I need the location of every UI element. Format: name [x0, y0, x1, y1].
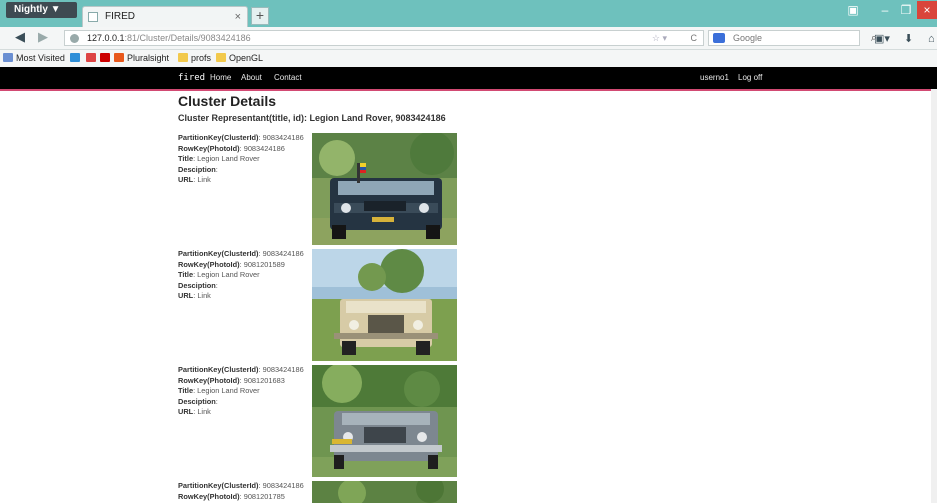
page-scrollbar[interactable]	[931, 89, 937, 503]
cluster-representant: Cluster Representant(title, id): Legion …	[178, 113, 446, 123]
bookmark-folder-icon	[3, 53, 13, 62]
bookmark-youtube[interactable]	[100, 50, 113, 67]
bookmark-label: profs	[191, 53, 212, 63]
folder-icon	[216, 53, 226, 62]
row-value: 9081201785	[243, 491, 285, 501]
username-link[interactable]: userno1	[700, 67, 729, 89]
bookmark-windows[interactable]	[70, 50, 83, 67]
row-label: RowKey(PhotoId)	[178, 491, 240, 501]
partition-label: PartitionKey(ClusterId)	[178, 249, 259, 258]
nav-about[interactable]: About	[241, 67, 262, 89]
list-item: PartitionKey(ClusterId): 9083424186 RowK…	[178, 133, 304, 184]
windows-icon	[70, 53, 80, 62]
nav-contact[interactable]: Contact	[274, 67, 302, 89]
back-arrow-icon[interactable]: ◀	[15, 28, 25, 46]
partition-value: 9083424186	[262, 249, 304, 258]
row-label: RowKey(PhotoId)	[178, 259, 240, 269]
url-host: 127.0.0.1	[87, 33, 125, 43]
bookmark-most-visited[interactable]: Most Visited	[3, 50, 65, 67]
url-label: URL	[178, 407, 194, 416]
site-identity-icon[interactable]	[70, 34, 79, 43]
site-navbar: fired Home About Contact userno1 Log off	[0, 67, 937, 91]
search-engine-icon[interactable]	[713, 33, 725, 43]
title-value: Legion Land Rover	[197, 154, 260, 163]
new-tab-button[interactable]: +	[251, 7, 269, 25]
maximize-icon[interactable]: ❐	[896, 1, 916, 19]
cluster-photo	[312, 249, 457, 361]
folder-icon	[178, 53, 188, 62]
logoff-link[interactable]: Log off	[738, 67, 762, 89]
description-label: Desciption	[178, 396, 216, 406]
bookmark-profs[interactable]: profs	[178, 50, 211, 67]
page-menu-icon[interactable]: ▣▾	[874, 30, 890, 48]
title-label: Title	[178, 386, 194, 395]
forward-arrow-icon[interactable]: ▶	[38, 28, 48, 46]
partition-value: 9083424186	[262, 133, 304, 142]
url-bar[interactable]: 127.0.0.1:81/Cluster/Details/9083424186 …	[64, 30, 704, 46]
list-item: PartitionKey(ClusterId): 9083424186 RowK…	[178, 249, 304, 300]
bookmarks-toolbar: Most Visited Pluralsight profs OpenGL	[0, 50, 937, 67]
reload-icon[interactable]: C	[691, 31, 698, 45]
partition-label: PartitionKey(ClusterId)	[178, 365, 259, 374]
page-favicon-icon	[88, 12, 98, 22]
partition-label: PartitionKey(ClusterId)	[178, 133, 259, 142]
cluster-photo	[312, 133, 457, 245]
close-window-icon[interactable]: ×	[917, 1, 937, 19]
bookmark-gmail[interactable]	[86, 50, 99, 67]
bookmark-label: Pluralsight	[127, 53, 170, 63]
nav-home[interactable]: Home	[210, 67, 231, 89]
description-label: Desciption	[178, 164, 216, 174]
search-placeholder: Google	[733, 33, 763, 43]
cluster-photo	[312, 365, 457, 477]
partition-value: 9083424186	[262, 481, 304, 490]
url-label: URL	[178, 175, 194, 184]
youtube-icon	[100, 53, 110, 62]
home-icon[interactable]: ⌂	[928, 30, 935, 48]
pluralsight-icon	[114, 53, 124, 62]
tab-title: FIRED	[105, 11, 135, 22]
bookmark-label: OpenGL	[229, 53, 264, 63]
url-path: :81/Cluster/Details/9083424186	[124, 33, 251, 43]
nightly-menu-button[interactable]: Nightly ▼	[6, 2, 77, 18]
description-label: Desciption	[178, 280, 216, 290]
row-value: 9083424186	[243, 143, 285, 153]
bookmark-star-icon[interactable]: ☆ ▾	[652, 31, 667, 45]
site-brand[interactable]: fired	[178, 67, 205, 89]
list-item: PartitionKey(ClusterId): 9083424186 RowK…	[178, 365, 304, 416]
cluster-photo	[312, 481, 457, 503]
bookmark-label: Most Visited	[16, 53, 65, 63]
tab-groups-icon[interactable]: ▣	[846, 1, 860, 19]
title-label: Title	[178, 270, 194, 279]
page-title: Cluster Details	[178, 93, 277, 109]
photo-link[interactable]: Link	[197, 291, 211, 300]
minimize-icon[interactable]: –	[876, 1, 894, 19]
download-icon[interactable]: ⬇	[904, 30, 913, 48]
bookmark-opengl[interactable]: OpenGL	[216, 50, 263, 67]
gmail-icon	[86, 53, 96, 62]
close-tab-icon[interactable]: ×	[235, 7, 241, 27]
browser-tab[interactable]: FIRED ×	[82, 6, 248, 27]
row-value: 9081201589	[243, 259, 285, 269]
list-item: PartitionKey(ClusterId): 9083424186 RowK…	[178, 481, 304, 501]
url-label: URL	[178, 291, 194, 300]
title-value: Legion Land Rover	[197, 270, 260, 279]
row-label: RowKey(PhotoId)	[178, 375, 240, 385]
photo-link[interactable]: Link	[197, 407, 211, 416]
search-box[interactable]: Google ⌕	[708, 30, 877, 46]
title-value: Legion Land Rover	[197, 386, 260, 395]
title-label: Title	[178, 154, 194, 163]
row-value: 9081201683	[243, 375, 285, 385]
row-label: RowKey(PhotoId)	[178, 143, 240, 153]
partition-value: 9083424186	[262, 365, 304, 374]
bookmark-pluralsight[interactable]: Pluralsight	[114, 50, 169, 67]
partition-label: PartitionKey(ClusterId)	[178, 481, 259, 490]
photo-link[interactable]: Link	[197, 175, 211, 184]
